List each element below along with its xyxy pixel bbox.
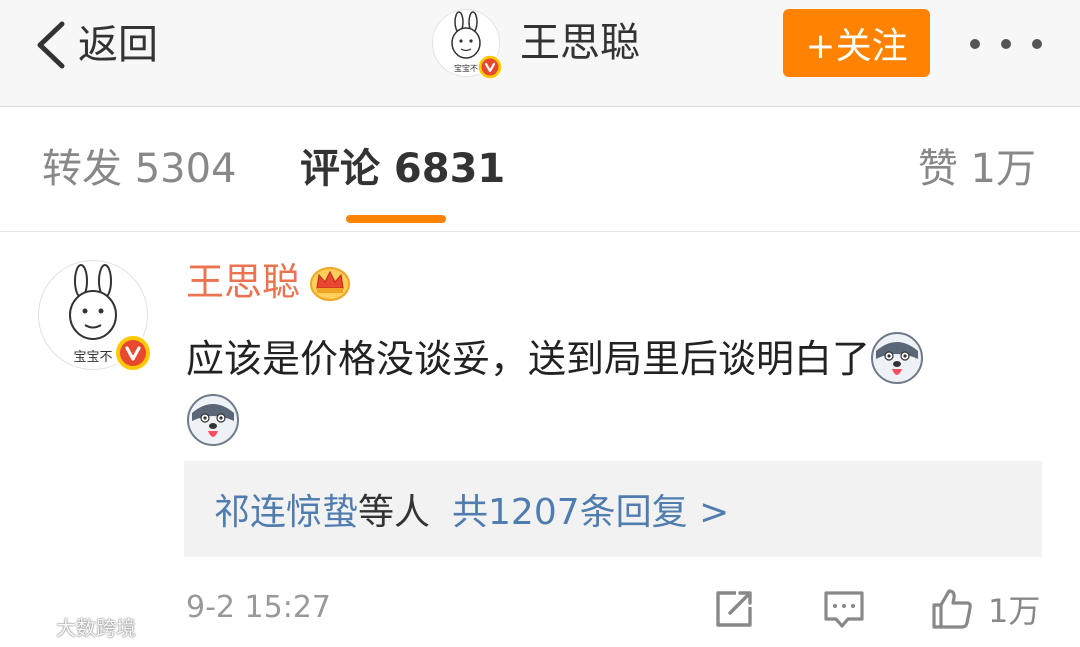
more-dot-icon xyxy=(1032,39,1042,49)
reply-count[interactable]: 共1207条回复 > xyxy=(452,483,729,535)
husky-emoji-icon xyxy=(871,331,924,384)
comment-author: 王思聪 xyxy=(186,262,352,302)
comment-text: 应该是价格没谈妥，送到局里后谈明白了 xyxy=(186,328,1036,452)
author-name[interactable]: 王思聪 xyxy=(186,263,300,301)
tab-like[interactable]: 赞 1万 xyxy=(918,145,1036,193)
thumbs-up-icon xyxy=(932,589,972,629)
weibo-logo-icon xyxy=(12,617,47,638)
comment-icon xyxy=(824,591,864,628)
header-profile[interactable]: 宝宝不 王思聪 xyxy=(432,8,640,80)
verified-badge-icon xyxy=(114,334,152,372)
watermark: 大数跨境 xyxy=(10,612,136,641)
more-dot-icon xyxy=(1001,39,1011,49)
replies-link[interactable]: 祁连惊蛰 等人 共1207条回复 > xyxy=(184,461,1042,557)
like-button[interactable]: 1万 xyxy=(930,584,1040,634)
husky-emoji-icon xyxy=(187,393,239,446)
comment-body: 应该是价格没谈妥，送到局里后谈明白了 xyxy=(186,337,871,381)
reply-users[interactable]: 祁连惊蛰 xyxy=(214,483,358,535)
tab-comment[interactable]: 评论 6831 xyxy=(300,145,505,193)
watermark-text: 大数跨境 xyxy=(56,616,136,640)
svg-text:宝宝不: 宝宝不 xyxy=(73,350,112,365)
back-label: 返回 xyxy=(78,22,158,68)
follow-button[interactable]: +关注 xyxy=(783,9,930,77)
avatar[interactable]: 宝宝不 xyxy=(432,9,503,80)
reply-separator: 等人 xyxy=(358,492,431,533)
chevron-left-icon xyxy=(37,21,65,69)
comment-timestamp: 9-2 15:27 xyxy=(186,590,331,625)
verified-badge-icon xyxy=(477,54,503,80)
page-title: 王思聪 xyxy=(520,20,640,66)
svg-text:宝宝不: 宝宝不 xyxy=(454,63,478,73)
tab-repost[interactable]: 转发 5304 xyxy=(42,145,237,193)
share-icon xyxy=(716,591,752,627)
crown-icon xyxy=(310,267,351,301)
share-button[interactable] xyxy=(712,584,756,634)
comment-item: 宝宝不 王思聪 应该是价格没谈妥，送到局里后谈明白了 祁连惊蛰 等人 共1207… xyxy=(0,232,1080,647)
like-count: 1万 xyxy=(988,592,1041,630)
top-bar: 返回 宝宝不 王思聪 +关注 xyxy=(0,0,1080,107)
tab-bar: 转发 5304 评论 6831 赞 1万 xyxy=(0,107,1080,232)
more-dot-icon xyxy=(970,39,980,49)
more-options-button[interactable] xyxy=(970,24,1042,64)
reply-button[interactable] xyxy=(822,584,866,634)
back-button[interactable]: 返回 xyxy=(34,18,158,72)
comment-avatar[interactable]: 宝宝不 xyxy=(38,260,152,372)
active-tab-indicator xyxy=(346,215,446,223)
